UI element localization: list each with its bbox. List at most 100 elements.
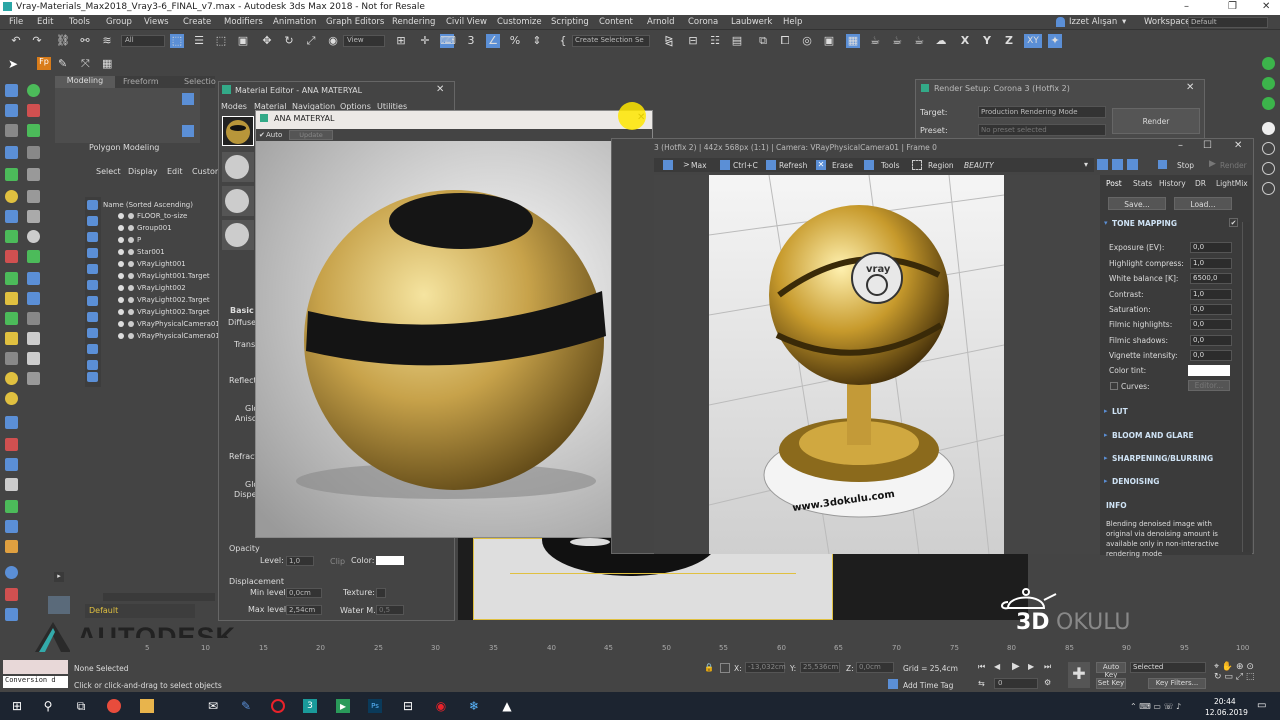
vfb-stop[interactable]: Stop xyxy=(1177,161,1194,170)
pivot-icon[interactable]: ⊞ xyxy=(394,34,408,48)
tool-g-icon[interactable] xyxy=(5,250,18,263)
render-icon[interactable] xyxy=(128,297,134,303)
list-item[interactable]: FLOOR_to-size xyxy=(85,211,217,223)
grid-icon[interactable]: ▦ xyxy=(102,57,116,71)
reference-coord-select[interactable]: View xyxy=(343,35,385,47)
polygon-modeling-label[interactable]: Polygon Modeling xyxy=(89,143,159,152)
clock-time[interactable]: 20:44 xyxy=(1214,697,1236,706)
angle-snap-icon[interactable]: ∠ xyxy=(486,34,500,48)
ribbon-toggle-icon[interactable]: ▤ xyxy=(730,34,744,48)
green-circle-icon[interactable] xyxy=(1262,77,1275,90)
render-icon[interactable] xyxy=(128,333,134,339)
tool-f-icon[interactable] xyxy=(27,230,40,243)
vfb-pass-chevron-icon[interactable]: ▾ xyxy=(1084,160,1088,169)
notification-icon[interactable]: ▭ xyxy=(1257,700,1266,711)
play-icon[interactable]: ▶ xyxy=(1209,159,1216,169)
render-production-icon[interactable]: ☕ xyxy=(868,34,882,48)
next-frame-icon[interactable]: ▶ xyxy=(1028,662,1034,671)
curves-editor-button[interactable]: Editor... xyxy=(1188,380,1230,391)
tool-k-icon[interactable] xyxy=(5,292,18,305)
z-coord[interactable]: 0,0cm xyxy=(856,662,894,673)
ribbon-toggle-blue-icon[interactable] xyxy=(182,93,194,105)
schematic-view-icon[interactable]: ⧠ xyxy=(778,34,792,48)
menu-corona[interactable]: Corona xyxy=(688,17,718,27)
search-icon[interactable]: ⚲ xyxy=(41,699,55,713)
clock-date[interactable]: 12.06.2019 xyxy=(1205,708,1248,717)
preset-select[interactable]: No preset selected xyxy=(978,124,1106,136)
link-icon[interactable]: ⛓ xyxy=(56,34,70,48)
tool-d-icon[interactable] xyxy=(27,210,40,223)
list-item[interactable]: VRayLight001.Target xyxy=(85,271,217,283)
list-item[interactable]: VRayLight001 xyxy=(85,259,217,271)
tool-x-icon[interactable] xyxy=(5,478,18,491)
viewport-thumb[interactable] xyxy=(48,596,70,614)
filter-frozen-icon[interactable] xyxy=(87,360,98,370)
sample-slot-3[interactable] xyxy=(222,186,254,216)
sample-slot-4[interactable] xyxy=(222,220,254,250)
prev-frame-icon[interactable]: ◀ xyxy=(994,662,1000,671)
axis-xy[interactable]: XY xyxy=(1024,34,1042,48)
lut-chevron-icon[interactable]: ▸ xyxy=(1104,407,1108,415)
tab-edit[interactable]: Edit xyxy=(167,167,183,176)
saturation-input[interactable]: 0,0 xyxy=(1190,304,1232,315)
align-icon[interactable]: ⊟ xyxy=(686,34,700,48)
render-icon[interactable] xyxy=(128,285,134,291)
tool-s-icon[interactable] xyxy=(27,372,40,385)
axis-y[interactable]: Y xyxy=(980,34,994,48)
sample-slot-1[interactable] xyxy=(222,116,254,146)
menu-file[interactable]: File xyxy=(9,17,23,27)
add-time-tag[interactable]: Add Time Tag xyxy=(903,681,953,690)
render-icon[interactable] xyxy=(128,225,134,231)
tab-history[interactable]: History xyxy=(1159,179,1186,188)
tool-v-icon[interactable] xyxy=(5,438,18,451)
layer-select[interactable]: Default xyxy=(85,604,195,618)
tool-o-icon[interactable] xyxy=(5,332,18,345)
eye-icon[interactable] xyxy=(118,249,124,255)
menu-customize[interactable]: Customize xyxy=(497,17,542,27)
task-view-icon[interactable]: ⧉ xyxy=(74,699,88,713)
render-icon[interactable] xyxy=(128,249,134,255)
mail-icon[interactable]: ✉ xyxy=(206,699,220,713)
snowflake-icon[interactable]: ❄ xyxy=(467,699,481,713)
eye-icon[interactable] xyxy=(118,225,124,231)
min-level-input[interactable]: 0,0cm xyxy=(286,588,322,598)
pen-icon[interactable]: ✎ xyxy=(239,699,253,713)
menu-arnold[interactable]: Arnold xyxy=(647,17,675,27)
sharpen-chevron-icon[interactable]: ▸ xyxy=(1104,454,1108,462)
menu-create[interactable]: Create xyxy=(183,17,211,27)
save-button[interactable]: Save... xyxy=(1108,197,1166,210)
file-explorer-icon[interactable] xyxy=(140,699,154,713)
viewport-nav-icons[interactable]: ⌖ ✋ ⊕ ⊙ ↻ ▭ ⤢ ⬚ xyxy=(1214,662,1276,688)
eye-icon[interactable] xyxy=(118,285,124,291)
material-editor-icon[interactable]: ◎ xyxy=(800,34,814,48)
select-cursor-icon[interactable]: ➤ xyxy=(8,57,22,71)
select-manipulate-icon[interactable]: ✛ xyxy=(418,34,432,48)
list-item[interactable]: Star001 xyxy=(85,247,217,259)
sun-icon[interactable] xyxy=(5,372,18,385)
eye-icon[interactable] xyxy=(118,237,124,243)
color-tint-swatch[interactable] xyxy=(1188,365,1230,376)
chrome-icon[interactable] xyxy=(107,699,121,713)
tool-q-icon[interactable] xyxy=(5,352,18,365)
menu-rendering[interactable]: Rendering xyxy=(392,17,435,27)
tab-post[interactable]: Post xyxy=(1106,179,1122,188)
layers-icon[interactable]: ⤧ xyxy=(81,57,95,71)
menu-tools[interactable]: Tools xyxy=(69,17,90,27)
update-button[interactable]: Update xyxy=(289,130,333,140)
key-mode-icon[interactable]: ⇆ xyxy=(978,679,985,688)
tool-p-icon[interactable] xyxy=(27,332,40,345)
auto-label[interactable]: Auto xyxy=(266,131,282,139)
motion-icon[interactable] xyxy=(5,146,18,159)
pause-icon[interactable] xyxy=(1262,122,1275,135)
vfb-region[interactable]: Region xyxy=(928,161,954,170)
tab-freeform[interactable]: Freeform xyxy=(123,77,159,86)
record-icon[interactable]: ◉ xyxy=(434,699,448,713)
eye-icon[interactable] xyxy=(118,213,124,219)
geometry-icon[interactable] xyxy=(5,104,18,117)
snap-toggle-icon[interactable]: 3 xyxy=(464,34,478,48)
vfb-refresh-icon[interactable] xyxy=(766,160,776,170)
lightbulb-icon[interactable] xyxy=(27,84,40,97)
key-filters-button[interactable]: Key Filters... xyxy=(1148,678,1206,689)
hierarchy-icon[interactable] xyxy=(27,124,40,137)
selection-filter[interactable]: All xyxy=(121,35,165,47)
